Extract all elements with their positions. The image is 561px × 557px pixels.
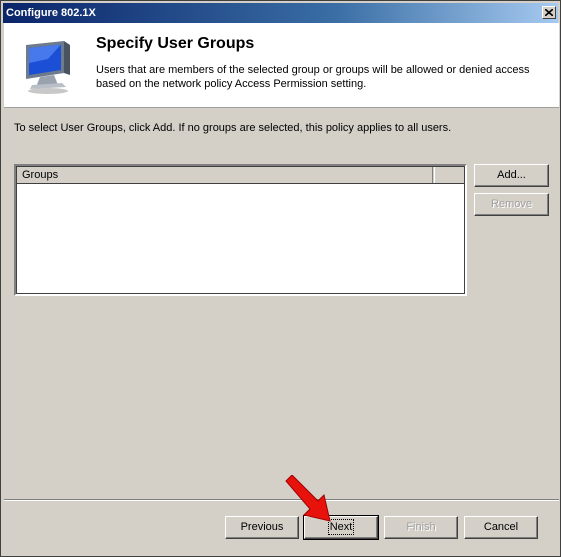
column-header-label: Groups [22, 169, 59, 181]
red-arrow-icon [285, 475, 331, 522]
page-description: Users that are members of the selected g… [96, 64, 530, 90]
computer-monitor-icon [26, 41, 70, 94]
column-header-groups[interactable]: Groups [17, 167, 433, 183]
finish-button[interactable]: Finish [384, 516, 458, 539]
wizard-header: Specify User Groups Users that are membe… [4, 23, 559, 108]
groups-list[interactable]: Groups [14, 164, 467, 296]
cancel-button-label: Cancel [483, 521, 519, 533]
add-button[interactable]: Add... [474, 164, 549, 187]
finish-button-label: Finish [406, 521, 436, 533]
previous-button-label: Previous [240, 521, 284, 533]
remove-button-label: Remove [491, 198, 532, 210]
window-title: Configure 802.1X [6, 7, 96, 19]
groups-list-header: Groups [17, 167, 464, 184]
column-header-empty[interactable] [434, 167, 464, 183]
instruction-text: To select User Groups, click Add. If no … [14, 122, 452, 134]
page-title: Specify User Groups [96, 35, 255, 52]
remove-button[interactable]: Remove [474, 193, 549, 216]
close-button[interactable] [542, 6, 556, 19]
cancel-button[interactable]: Cancel [464, 516, 538, 539]
close-icon [545, 9, 553, 16]
add-button-label: Add... [497, 169, 526, 181]
dialog-window: Configure 802.1X Specify User Groups Use… [0, 0, 561, 557]
title-bar[interactable]: Configure 802.1X [3, 3, 558, 23]
